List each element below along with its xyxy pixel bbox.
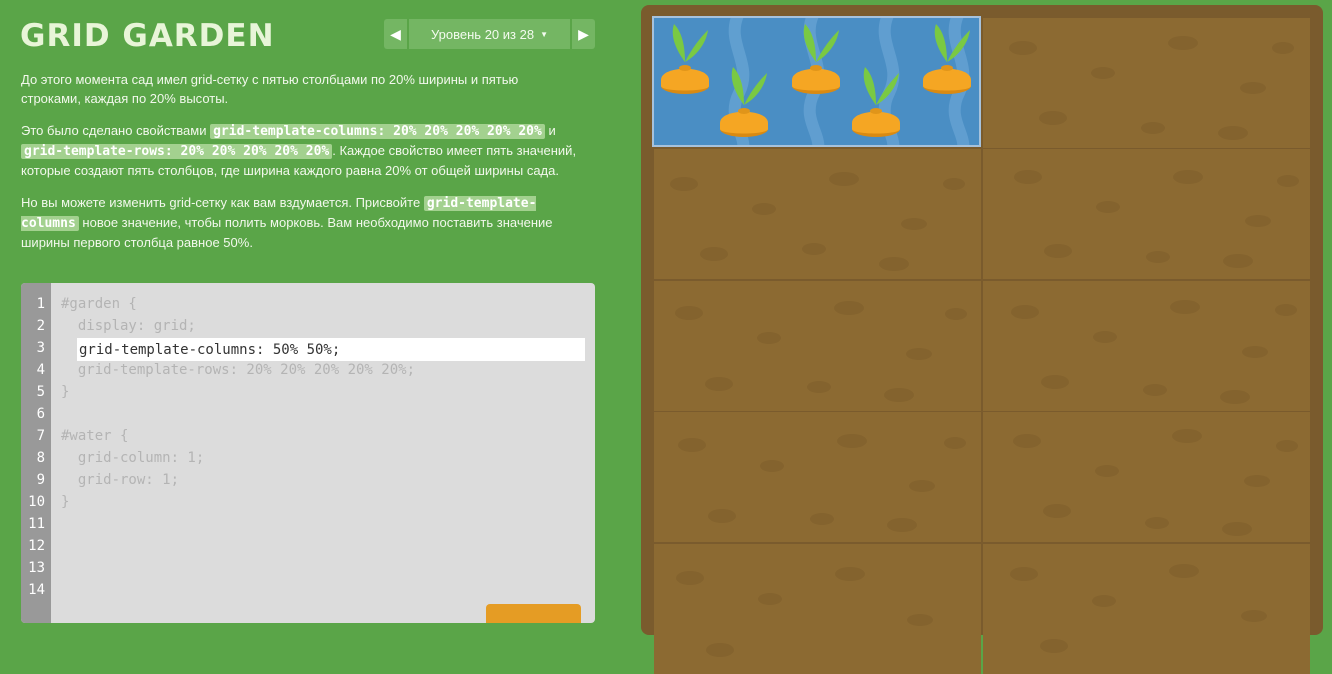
soil-cell <box>983 18 1310 148</box>
soil-cell <box>983 149 1310 279</box>
line-number: 3 <box>36 340 45 356</box>
instruction-text: Но вы можете изменить grid-сетку как вам… <box>21 195 421 210</box>
soil-cell <box>654 412 981 542</box>
code-line: grid-column: 1; <box>61 450 205 466</box>
carrot-icon <box>658 20 712 105</box>
instruction-paragraph-1: До этого момента сад имел grid-сетку с п… <box>21 72 519 106</box>
line-number: 13 <box>28 560 45 576</box>
line-number: 10 <box>28 494 45 510</box>
line-number: 2 <box>36 318 45 334</box>
caret-down-icon: ▼ <box>540 29 548 39</box>
code-line: #garden { <box>61 296 137 312</box>
next-level-button[interactable]: ▶ <box>572 19 595 49</box>
next-button[interactable] <box>486 604 581 623</box>
soil-cell <box>654 281 981 411</box>
line-number: 14 <box>28 582 45 598</box>
line-number-gutter: 1 2 3 4 5 6 7 8 9 10 11 12 13 14 <box>21 283 51 623</box>
line-number: 4 <box>36 362 45 378</box>
soil-cell <box>654 544 981 674</box>
soil-cell <box>983 281 1310 411</box>
code-line: display: grid; <box>61 318 196 334</box>
line-number: 7 <box>36 428 45 444</box>
instruction-paragraph-3: Но вы можете изменить grid-сетку как вам… <box>21 193 581 252</box>
level-label: Уровень 20 из 28 <box>431 26 535 42</box>
line-number: 6 <box>36 406 45 422</box>
code-line: #water { <box>61 428 129 444</box>
code-snippet: grid-template-rows: 20% 20% 20% 20% 20% <box>21 144 333 159</box>
carrot-icon <box>920 20 974 105</box>
carrot-icon <box>849 63 903 145</box>
instructions-panel: GRID GARDEN ◀ Уровень 20 из 28 ▼ ▶ До эт… <box>0 0 620 623</box>
prev-level-button[interactable]: ◀ <box>384 19 407 49</box>
line-number: 9 <box>36 472 45 488</box>
instructions: До этого момента сад имел grid-сетку с п… <box>21 70 581 265</box>
css-editor: 1 2 3 4 5 6 7 8 9 10 11 12 13 14 #garden… <box>21 283 595 623</box>
app-title: GRID GARDEN <box>20 18 275 54</box>
instruction-text: Это было сделано свойствами <box>21 123 207 138</box>
level-navigation: ◀ Уровень 20 из 28 ▼ ▶ <box>384 19 595 49</box>
carrot-icon <box>789 20 843 105</box>
left-arrow-icon: ◀ <box>390 25 401 42</box>
code-line: grid-row: 1; <box>61 472 180 488</box>
code-line: grid-template-rows: 20% 20% 20% 20% 20%; <box>61 362 416 378</box>
code-snippet: grid-template-columns: 20% 20% 20% 20% 2… <box>210 124 545 139</box>
code-line: } <box>61 384 70 400</box>
line-number: 12 <box>28 538 45 554</box>
soil-cell <box>983 412 1310 542</box>
level-select[interactable]: Уровень 20 из 28 ▼ <box>409 19 570 49</box>
right-arrow-icon: ▶ <box>578 25 589 42</box>
line-number: 5 <box>36 384 45 400</box>
soil-cell <box>654 149 981 279</box>
line-number: 1 <box>36 296 45 312</box>
instruction-text: и <box>548 123 556 138</box>
instruction-text: новое значение, чтобы полить морковь. Ва… <box>21 215 553 250</box>
line-number: 8 <box>36 450 45 466</box>
instruction-paragraph-2: Это было сделано свойствами grid-templat… <box>21 121 581 180</box>
line-number: 11 <box>28 516 45 532</box>
water-cell <box>652 16 981 147</box>
code-line: } <box>61 494 70 510</box>
carrot-icon <box>717 63 771 145</box>
soil-cell <box>983 544 1310 674</box>
css-code-input[interactable] <box>77 338 585 361</box>
